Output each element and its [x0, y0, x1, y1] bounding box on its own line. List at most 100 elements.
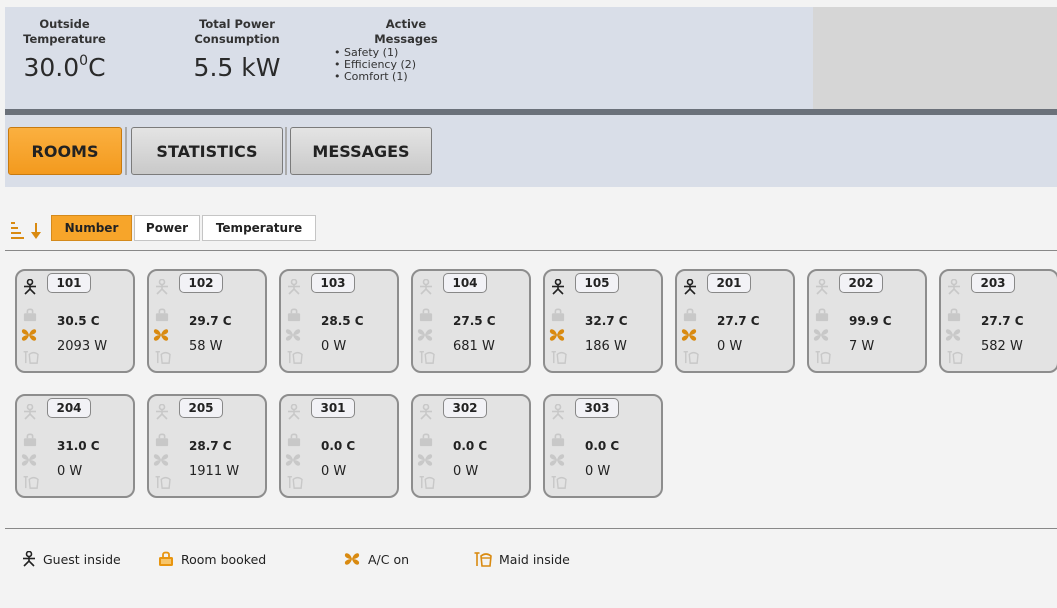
legend-divider	[5, 528, 1057, 529]
room-power: 681 W	[453, 339, 495, 354]
maid-icon	[551, 474, 567, 493]
ac-fan-icon	[284, 452, 302, 472]
guest-icon	[155, 403, 169, 424]
room-temperature: 30.5 C	[57, 314, 100, 328]
maid-icon	[474, 552, 492, 567]
room-card-302[interactable]: 302 0.0 C 0 W	[411, 394, 531, 498]
room-card-201[interactable]: 201 27.7 C 0 W	[675, 269, 795, 373]
guest-icon	[23, 278, 37, 299]
room-number: 201	[707, 273, 751, 293]
room-power: 7 W	[849, 339, 875, 354]
room-card-104[interactable]: 104 27.5 C 681 W	[411, 269, 531, 373]
room-power: 0 W	[57, 464, 83, 479]
sort-by-number-button[interactable]: Number	[51, 215, 132, 241]
room-temperature: 0.0 C	[321, 439, 356, 453]
tab-statistics[interactable]: STATISTICS	[131, 127, 283, 175]
room-temperature: 28.5 C	[321, 314, 364, 328]
room-temperature: 0.0 C	[585, 439, 620, 453]
guest-icon	[419, 278, 433, 299]
tab-rooms[interactable]: ROOMS	[8, 127, 122, 175]
guest-icon	[419, 403, 433, 424]
maid-icon	[23, 349, 39, 368]
legend-ac: A/C on	[343, 551, 409, 567]
maid-icon	[947, 349, 963, 368]
ac-fan-icon	[944, 327, 962, 347]
room-power: 0 W	[585, 464, 611, 479]
room-power: 0 W	[321, 339, 347, 354]
booked-icon	[551, 307, 565, 326]
booked-icon	[155, 432, 169, 451]
guest-icon	[287, 403, 301, 424]
booked-icon	[419, 307, 433, 326]
room-card-101[interactable]: 101 30.5 C 2093 W	[15, 269, 135, 373]
ac-fan-icon	[812, 327, 830, 347]
maid-icon	[23, 474, 39, 493]
sort-by-power-button[interactable]: Power	[134, 215, 200, 241]
booked-icon	[947, 307, 961, 326]
room-card-205[interactable]: 205 28.7 C 1911 W	[147, 394, 267, 498]
tab-separator	[285, 127, 287, 175]
booked-icon	[419, 432, 433, 451]
tab-separator	[125, 127, 127, 175]
room-number: 102	[179, 273, 223, 293]
ac-fan-icon	[20, 452, 38, 472]
active-messages-panel: Active Messages Safety (1) Efficiency (2…	[330, 17, 460, 83]
sort-by-temperature-button[interactable]: Temperature	[202, 215, 316, 241]
tab-bar: ROOMS STATISTICS MESSAGES	[5, 115, 1057, 187]
room-card-105[interactable]: 105 32.7 C 186 W	[543, 269, 663, 373]
room-card-103[interactable]: 103 28.5 C 0 W	[279, 269, 399, 373]
room-number: 205	[179, 398, 223, 418]
maid-icon	[683, 349, 699, 368]
ac-fan-icon	[548, 452, 566, 472]
room-number: 203	[971, 273, 1015, 293]
room-card-301[interactable]: 301 0.0 C 0 W	[279, 394, 399, 498]
room-number: 302	[443, 398, 487, 418]
maid-icon	[287, 349, 303, 368]
room-card-102[interactable]: 102 29.7 C 58 W	[147, 269, 267, 373]
room-card-303[interactable]: 303 0.0 C 0 W	[543, 394, 663, 498]
room-temperature: 32.7 C	[585, 314, 628, 328]
total-power-title: Total Power Consumption	[194, 17, 280, 46]
room-power: 0 W	[717, 339, 743, 354]
message-item[interactable]: Comfort (1)	[334, 71, 460, 83]
tab-messages[interactable]: MESSAGES	[290, 127, 432, 175]
maid-icon	[551, 349, 567, 368]
room-temperature: 99.9 C	[849, 314, 892, 328]
legend-ac-label: A/C on	[368, 551, 410, 567]
booked-icon	[23, 307, 37, 326]
booked-icon	[287, 307, 301, 326]
room-power: 582 W	[981, 339, 1023, 354]
total-power-panel: Total Power Consumption 5.5 kW	[181, 17, 293, 82]
room-number: 301	[311, 398, 355, 418]
maid-icon	[815, 349, 831, 368]
booked-icon	[815, 307, 829, 326]
room-card-202[interactable]: 202 99.9 C 7 W	[807, 269, 927, 373]
guest-icon	[551, 278, 565, 299]
guest-icon	[815, 278, 829, 299]
legend-guest: Guest inside	[22, 551, 121, 567]
active-messages-title: Active Messages	[374, 17, 438, 46]
room-card-203[interactable]: 203 27.7 C 582 W	[939, 269, 1057, 373]
booked-icon	[23, 432, 37, 451]
room-number: 103	[311, 273, 355, 293]
room-power: 186 W	[585, 339, 627, 354]
maid-icon	[419, 349, 435, 368]
booked-icon	[287, 432, 301, 451]
outside-temperature-value: 30.00C	[23, 52, 106, 82]
outside-temperature-title: Outside Temperature	[23, 17, 106, 46]
room-number: 303	[575, 398, 619, 418]
guest-icon	[683, 278, 697, 299]
room-temperature: 31.0 C	[57, 439, 100, 453]
room-number: 104	[443, 273, 487, 293]
room-temperature: 27.7 C	[981, 314, 1024, 328]
ac-fan-icon	[152, 327, 170, 347]
header-right-panel	[813, 7, 1057, 109]
room-card-204[interactable]: 204 31.0 C 0 W	[15, 394, 135, 498]
total-power-value: 5.5 kW	[193, 53, 281, 82]
guest-icon	[155, 278, 169, 299]
guest-icon	[551, 403, 565, 424]
sort-descending-icon[interactable]	[10, 220, 46, 240]
room-temperature: 27.7 C	[717, 314, 760, 328]
maid-icon	[287, 474, 303, 493]
maid-icon	[155, 349, 171, 368]
